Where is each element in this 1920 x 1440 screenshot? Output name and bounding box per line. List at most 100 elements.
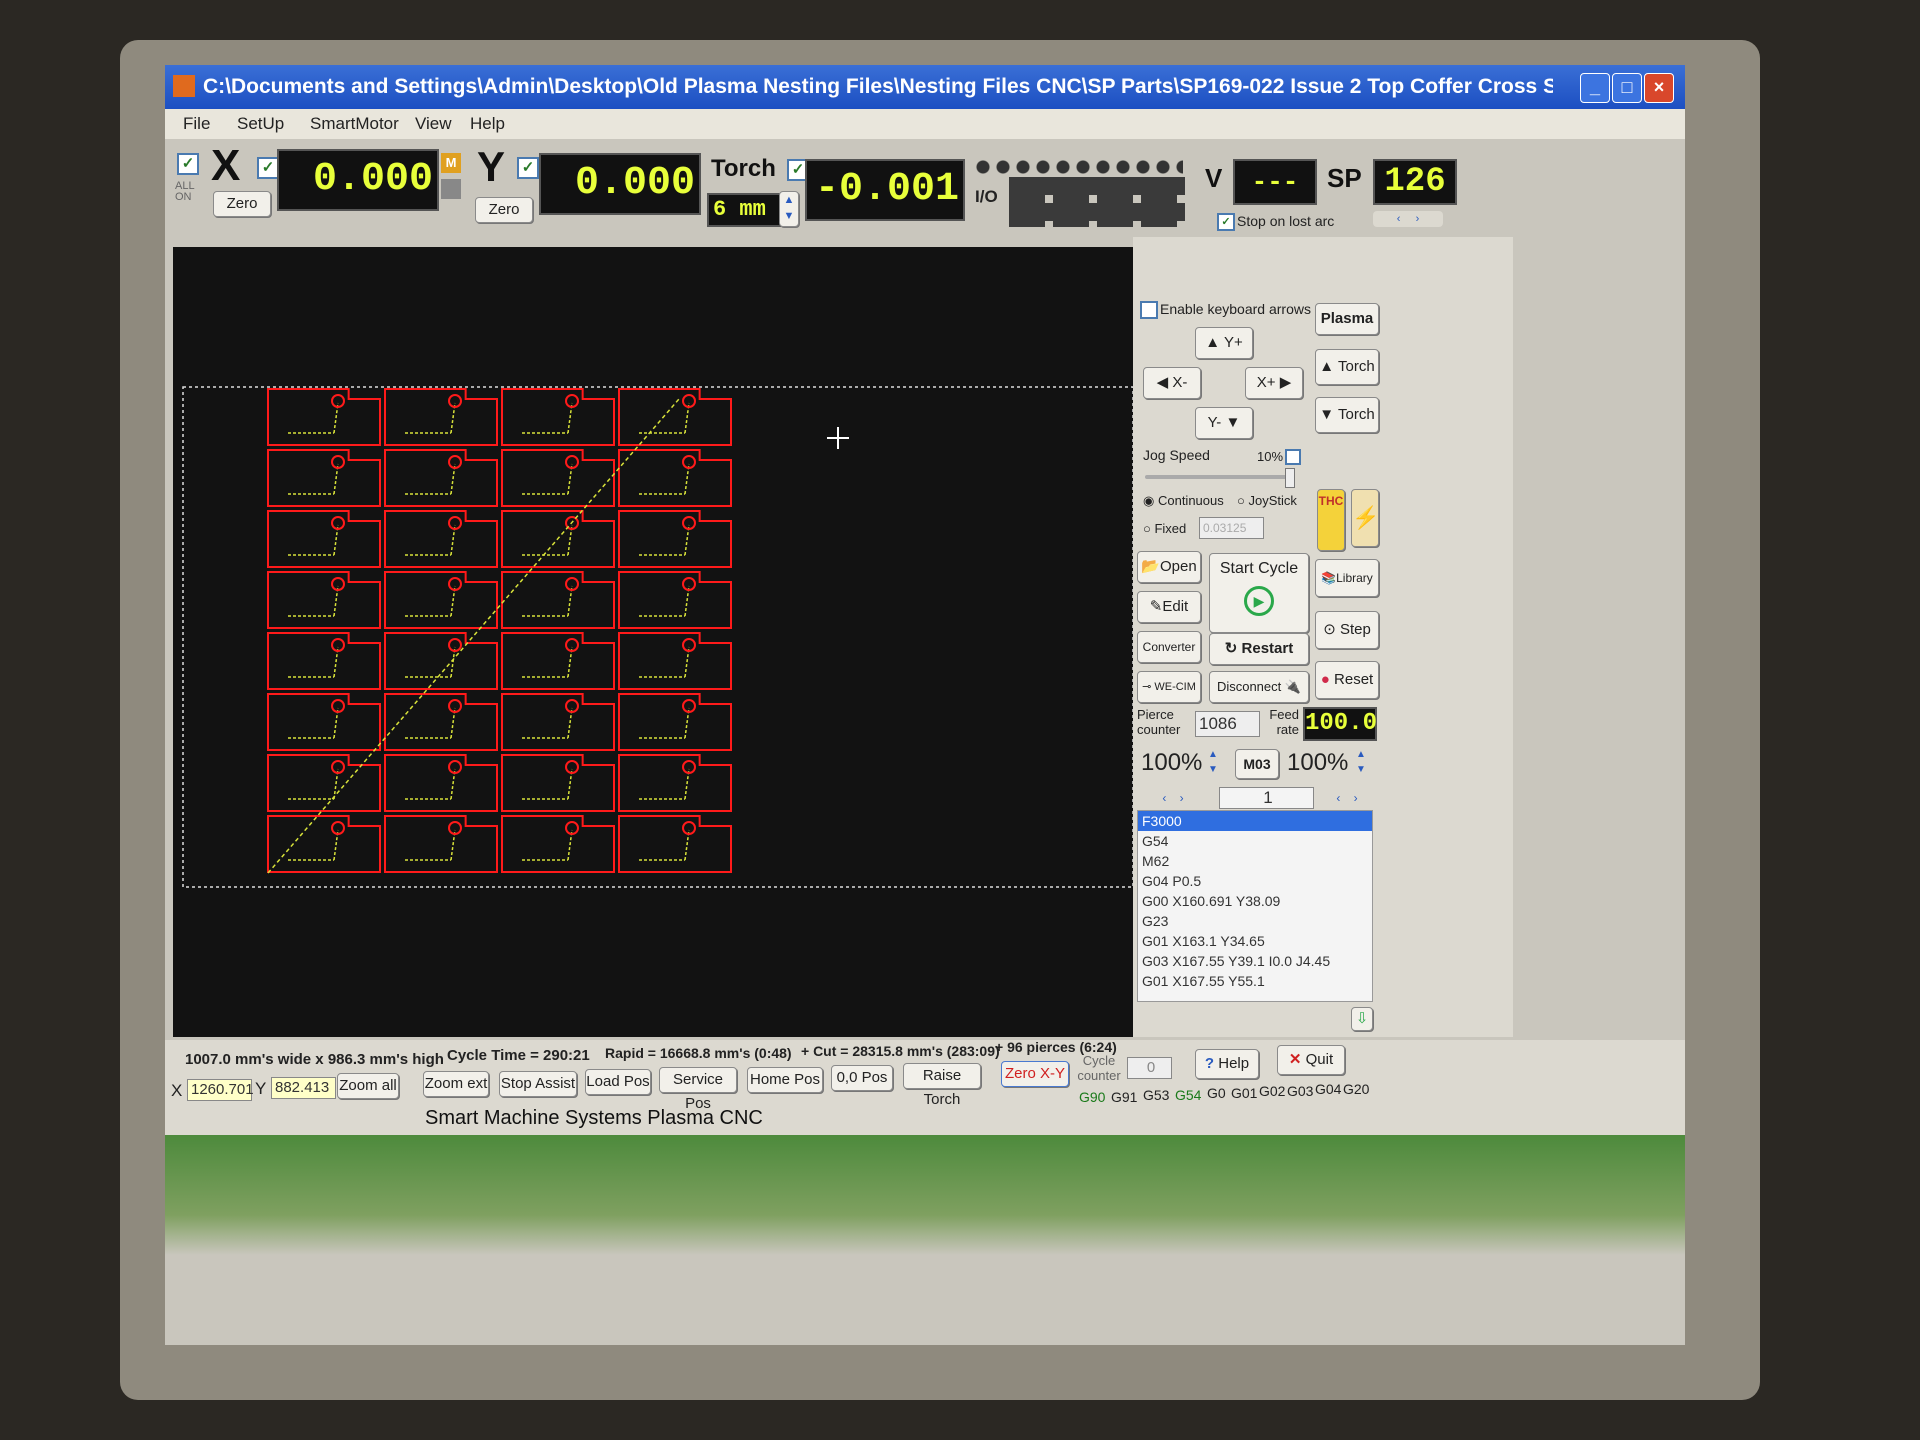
- gcode-line[interactable]: G04 P0.5: [1138, 871, 1372, 891]
- help-button[interactable]: ? Help: [1195, 1049, 1259, 1079]
- library-button[interactable]: 📚Library: [1315, 559, 1379, 597]
- continuous-radio[interactable]: ◉ Continuous: [1143, 493, 1224, 509]
- home-pos-button[interactable]: Home Pos: [747, 1067, 823, 1093]
- start-cycle-button[interactable]: Start Cycle ▶: [1209, 553, 1309, 633]
- cut-path: [288, 402, 339, 434]
- gcode-list[interactable]: F3000 G54 M62 G04 P0.5 G00 X160.691 Y38.…: [1137, 810, 1373, 1002]
- pierce-marker: [682, 699, 696, 713]
- gcode-line[interactable]: G00 X160.691 Y38.09: [1138, 891, 1372, 911]
- y-zero-button[interactable]: Zero: [475, 197, 533, 223]
- jog-x-plus-button[interactable]: X+ ▶: [1245, 367, 1303, 399]
- setpoint-display: 126: [1373, 159, 1457, 205]
- jog-speed-checkbox[interactable]: [1285, 449, 1301, 465]
- part-outline: [618, 449, 732, 507]
- work-coords-icon[interactable]: [441, 179, 461, 199]
- fixed-radio[interactable]: ○ Fixed: [1143, 521, 1186, 536]
- close-button[interactable]: ×: [1644, 73, 1674, 103]
- torch-height-setting[interactable]: 6 mm: [707, 193, 783, 227]
- feed-rate-label: Feed rate: [1269, 707, 1299, 737]
- io-label: I/O: [975, 187, 998, 206]
- cut-path: [522, 707, 573, 739]
- pierce-marker: [565, 455, 579, 469]
- jog-x-minus-button[interactable]: ◀ X-: [1143, 367, 1201, 399]
- all-on-label: ALL ON: [175, 180, 195, 203]
- part-outline: [267, 449, 381, 507]
- io-indicator-blocks: [1009, 177, 1185, 227]
- nest-drawing: [182, 386, 1134, 888]
- menu-file[interactable]: File: [183, 114, 210, 134]
- arc-icon[interactable]: ⚡: [1351, 489, 1379, 547]
- stop-on-lost-arc-label: Stop on lost arc: [1237, 213, 1335, 229]
- thc-button[interactable]: THC: [1317, 489, 1345, 551]
- stop-on-lost-arc-checkbox[interactable]: ✓: [1217, 213, 1235, 231]
- m03-button[interactable]: M03: [1235, 749, 1279, 779]
- speed-override-right-spinner[interactable]: ▲ ▼: [1353, 747, 1369, 779]
- speed-override-left-spinner[interactable]: ▲ ▼: [1205, 747, 1221, 779]
- gcode-line[interactable]: G01 X163.1 Y34.65: [1138, 931, 1372, 951]
- gcode-line[interactable]: F3000: [1138, 811, 1372, 831]
- rapid-text: Rapid = 16668.8 mm's (0:48): [605, 1045, 792, 1061]
- x-enable-checkbox[interactable]: ✓: [257, 157, 279, 179]
- pierce-marker: [448, 638, 462, 652]
- stop-assist-button[interactable]: Stop Assist: [499, 1071, 577, 1097]
- service-pos-button[interactable]: Service Pos: [659, 1067, 737, 1112]
- edit-button[interactable]: ✎Edit: [1137, 591, 1201, 623]
- menu-smartmotor[interactable]: SmartMotor: [310, 114, 399, 134]
- part-outline: [618, 693, 732, 751]
- reset-button[interactable]: ● Reset: [1315, 661, 1379, 699]
- disconnect-button[interactable]: Disconnect 🔌: [1209, 671, 1309, 703]
- gmode-b: G01: [1231, 1085, 1258, 1101]
- raise-torch-button[interactable]: Raise Torch: [903, 1063, 981, 1108]
- pierce-marker: [682, 760, 696, 774]
- jog-y-plus-button[interactable]: ▲ Y+: [1195, 327, 1253, 359]
- x-zero-button[interactable]: Zero: [213, 191, 271, 217]
- gmode-a: G90: [1079, 1089, 1106, 1105]
- torch-down-button[interactable]: ▼ Torch: [1315, 397, 1379, 433]
- gcode-line[interactable]: M62: [1138, 851, 1372, 871]
- step-button[interactable]: ⊙ Step: [1315, 611, 1379, 649]
- gcode-line[interactable]: G03 X167.55 Y39.1 I0.0 J4.45: [1138, 951, 1372, 971]
- plasma-button[interactable]: Plasma: [1315, 303, 1379, 335]
- gcode-line[interactable]: G54: [1138, 831, 1372, 851]
- maximize-button[interactable]: □: [1612, 73, 1642, 103]
- joystick-radio[interactable]: ○ JoyStick: [1237, 493, 1297, 508]
- gcode-line[interactable]: G01 X167.55 Y55.1: [1138, 971, 1372, 991]
- menu-help[interactable]: Help: [470, 114, 505, 134]
- gcode-goto-icon[interactable]: ⇩: [1351, 1007, 1373, 1031]
- part-outline: [384, 632, 498, 690]
- restart-button[interactable]: ↻ Restart: [1209, 633, 1309, 665]
- all-on-checkbox[interactable]: ✓: [177, 153, 199, 175]
- torch-up-button[interactable]: ▲ Torch: [1315, 349, 1379, 385]
- cycle-counter-value: 0: [1127, 1057, 1172, 1079]
- zero-pos-button[interactable]: 0,0 Pos: [831, 1065, 893, 1091]
- zoom-all-button[interactable]: Zoom all: [337, 1073, 399, 1099]
- rapid-path: [267, 398, 680, 874]
- toolpath-canvas[interactable]: [173, 247, 1134, 1037]
- enable-keyboard-arrows-checkbox[interactable]: [1140, 301, 1158, 319]
- machine-coords-icon[interactable]: M: [441, 153, 461, 173]
- line-prev-arrows[interactable]: ‹ ›: [1141, 789, 1205, 807]
- jog-y-minus-button[interactable]: Y- ▼: [1195, 407, 1253, 439]
- zoom-ext-button[interactable]: Zoom ext: [423, 1071, 489, 1097]
- zero-xy-button[interactable]: Zero X-Y: [1001, 1061, 1069, 1087]
- line-next-arrows[interactable]: ‹ ›: [1315, 789, 1379, 807]
- menu-view[interactable]: View: [415, 114, 452, 134]
- pierce-marker: [682, 638, 696, 652]
- converter-button[interactable]: Converter: [1137, 631, 1201, 663]
- wecim-button[interactable]: ⊸ WE-CIM: [1137, 671, 1201, 703]
- quit-button[interactable]: ✕ Quit: [1277, 1045, 1345, 1075]
- gcode-line[interactable]: G23: [1138, 911, 1372, 931]
- load-pos-button[interactable]: Load Pos: [585, 1069, 651, 1095]
- open-button[interactable]: 📂Open: [1137, 551, 1201, 583]
- jog-speed-slider[interactable]: [1145, 468, 1295, 488]
- torch-height-spinner[interactable]: ▲ ▼: [779, 191, 799, 227]
- part-outline: [384, 754, 498, 812]
- setpoint-label: SP: [1327, 163, 1362, 193]
- minimize-button[interactable]: _: [1580, 73, 1610, 103]
- cut-path: [288, 585, 339, 617]
- line-number-input[interactable]: 1: [1219, 787, 1314, 809]
- y-enable-checkbox[interactable]: ✓: [517, 157, 539, 179]
- menu-setup[interactable]: SetUp: [237, 114, 284, 134]
- setpoint-adjust-arrows[interactable]: ‹ ›: [1373, 211, 1443, 227]
- fixed-step-input[interactable]: 0.03125: [1199, 517, 1264, 539]
